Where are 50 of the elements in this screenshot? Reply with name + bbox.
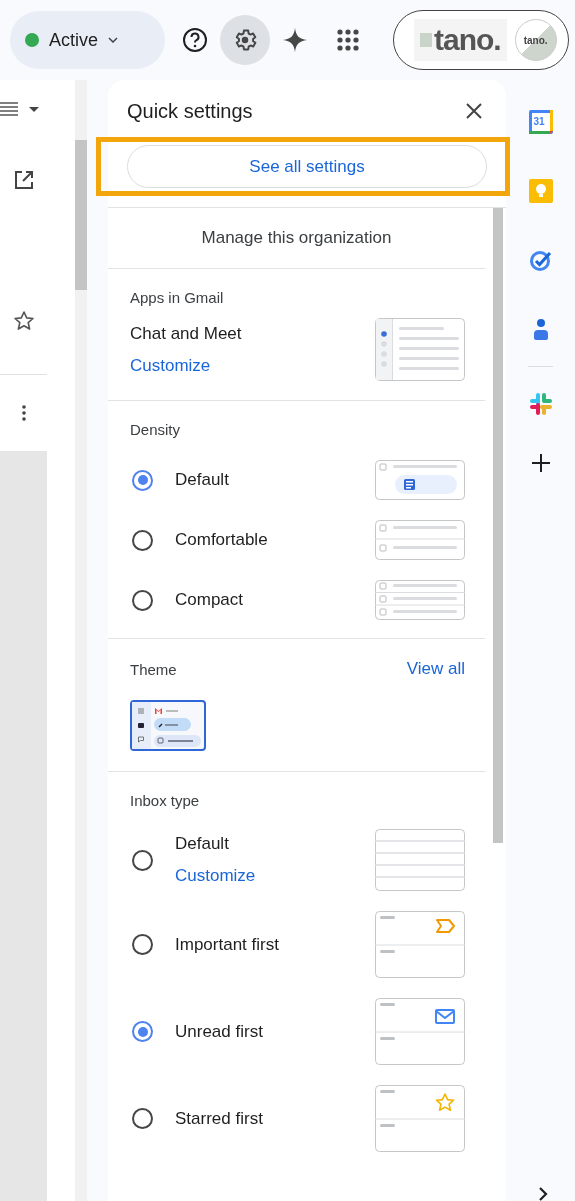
radio-button[interactable] — [132, 849, 153, 871]
apps-grid-icon — [337, 29, 359, 51]
section-heading: Density — [130, 421, 182, 438]
view-all-link[interactable]: View all — [406, 659, 465, 679]
scrollbar-thumb[interactable] — [493, 208, 503, 843]
section-heading: Inbox type — [130, 792, 201, 809]
option-label: Default — [175, 470, 229, 490]
option-label: Unread first — [175, 1021, 263, 1042]
scrollbar-thumb[interactable] — [75, 140, 87, 290]
star-icon[interactable] — [12, 310, 35, 332]
check-circle-icon — [528, 248, 553, 272]
caret-icon — [108, 37, 119, 43]
customize-link[interactable]: Customize — [130, 355, 242, 376]
account-logo: tano. — [414, 19, 507, 61]
plus-icon — [531, 454, 550, 472]
radio-button[interactable] — [132, 469, 153, 491]
account-button[interactable]: tano. tano. — [393, 10, 569, 70]
status-dot — [25, 33, 39, 47]
calendar-icon: 31 — [528, 110, 553, 134]
person-icon — [531, 318, 550, 340]
help-icon — [182, 27, 208, 53]
radio-button[interactable] — [132, 529, 153, 551]
hash-icon — [528, 392, 553, 416]
radio-button[interactable] — [132, 589, 153, 611]
theme-preview-drawing[interactable] — [130, 700, 206, 751]
radio-button[interactable] — [132, 934, 153, 955]
setting-label: Chat and Meet — [130, 323, 242, 344]
manage-organization-link[interactable]: Manage this organization — [201, 228, 392, 248]
settings-button[interactable] — [220, 15, 270, 65]
radio-button[interactable] — [132, 1108, 153, 1129]
option-label: Compact — [175, 590, 244, 610]
option-label: Important first — [175, 934, 279, 955]
option-label: Default — [175, 834, 230, 854]
calendar-button[interactable]: 31 — [520, 102, 561, 142]
sparkle-icon — [282, 27, 308, 53]
status-button[interactable]: Active — [10, 11, 165, 69]
section-heading: Theme — [130, 660, 177, 678]
panel-title: Quick settings — [127, 99, 253, 123]
see-all-settings-button[interactable]: See all settings — [127, 145, 487, 188]
account-avatar: tano. — [514, 19, 557, 61]
customize-link[interactable]: Customize — [175, 866, 256, 886]
chevron-right-icon[interactable] — [538, 1187, 548, 1201]
lightbulb-icon — [528, 179, 553, 203]
radio-button[interactable] — [132, 1021, 153, 1042]
close-icon — [466, 103, 482, 119]
open-in-new-icon[interactable] — [13, 170, 34, 190]
section-heading: Apps in Gmail — [130, 289, 225, 306]
more-vert-icon[interactable] — [21, 405, 26, 421]
option-label: Comfortable — [175, 530, 268, 550]
option-label: Starred first — [175, 1108, 263, 1129]
